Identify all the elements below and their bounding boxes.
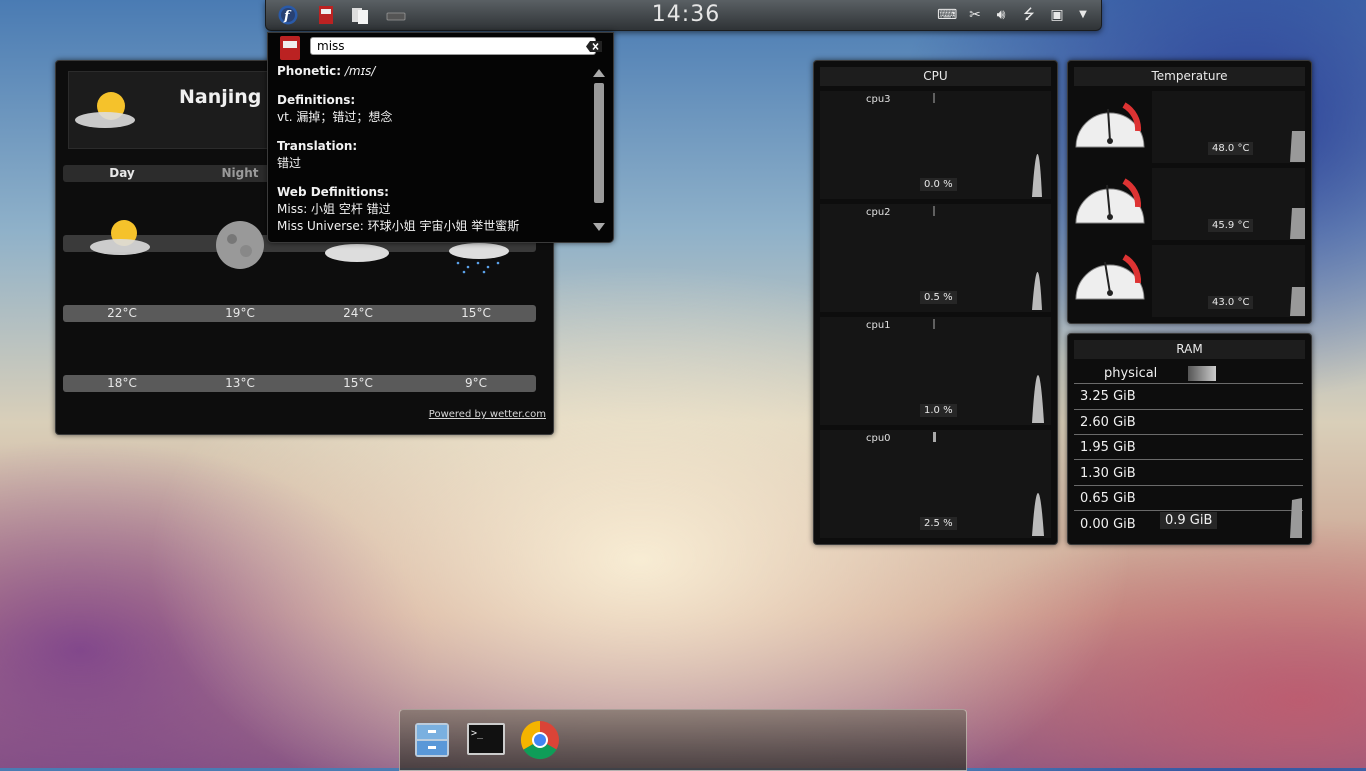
temperature-title: Temperature [1074,67,1305,86]
chrome-icon[interactable] [520,720,560,760]
high-temps-bar: 22°C 19°C 24°C 15°C [63,305,536,322]
keyboard-icon[interactable]: ⌨ [937,6,957,24]
temperature-value: 43.0 °C [1208,296,1254,309]
temperature-graph: 48.0 °C [1152,91,1305,163]
cpu-graph: cpu2 0.5 % [820,204,1051,312]
dictionary-popup: Phonetic: /mɪs/ Definitions: vt. 漏掉；错过；想… [267,32,614,243]
dictionary-icon [280,36,300,60]
low-temp: 13°C [225,376,255,390]
cpu-usage-value: 1.0 % [920,404,957,417]
web-definition: Miss: 小姐 空杆 错过 [277,202,391,216]
high-temp: 19°C [225,306,255,320]
temperature-gauge-icon [1075,178,1145,224]
high-temp: 15°C [461,306,491,320]
clock[interactable]: 14:36 [646,2,726,27]
low-temp: 18°C [107,376,137,390]
powered-by-link[interactable]: Powered by wetter.com [429,409,546,420]
usb-icon[interactable]: ⭍ [1020,6,1038,24]
file-manager-icon[interactable] [412,720,452,760]
ram-current-value: 0.9 GiB [1160,512,1218,529]
dictionary-icon[interactable] [316,5,336,25]
top-panel: f 14:36 ⌨ ✂ 🔊︎ ⭍ ▣ ▼ [265,0,1102,31]
city-name: Nanjing [179,86,262,108]
temperature-gauge-icon [1075,254,1145,300]
partly-sunny-icon [75,92,135,128]
cpu-graph: cpu1 1.0 % [820,317,1051,425]
keyboard-layout-icon[interactable] [386,5,406,25]
temperature-gauge-icon [1075,102,1145,148]
translation-label: Translation: [277,139,358,153]
cpu-graph: cpu3 0.0 % [820,91,1051,199]
svg-text:>_: >_ [471,728,484,739]
cpu-usage-value: 2.5 % [920,517,957,530]
cpu-monitor-widget: CPU cpu3 0.0 % cpu2 0.5 % cpu1 1.0 % cpu… [813,60,1058,545]
rain-icon [449,243,509,274]
dictionary-search-input[interactable] [310,37,596,55]
temperature-value: 48.0 °C [1208,142,1254,155]
scissors-icon[interactable]: ✂ [966,6,984,24]
temperature-graph: 43.0 °C [1152,245,1305,317]
definitions-value: vt. 漏掉；错过；想念 [277,110,393,124]
partly-sunny-icon [90,220,150,255]
terminal-icon[interactable]: >_ [466,720,506,760]
web-definition: Miss Universe: 环球小姐 宇宙小姐 举世蜜斯 [277,219,520,233]
temperature-widget: Temperature 48.0 °C 45.9 °C 43.0 °C [1067,60,1312,324]
ram-graph: physical 3.25 GiB 2.60 GiB 1.95 GiB 1.30… [1074,364,1303,540]
dictionary-scrollbar[interactable] [593,69,605,231]
low-temp: 9°C [464,376,487,390]
high-temp: 24°C [343,306,373,320]
cpu-title: CPU [820,67,1051,86]
network-icon[interactable]: ▣ [1048,6,1066,24]
definitions-label: Definitions: [277,93,356,107]
dictionary-result: Phonetic: /mɪs/ Definitions: vt. 漏掉；错过；想… [277,63,592,235]
moon-icon [216,221,264,269]
high-temp: 22°C [107,306,137,320]
temperature-value: 45.9 °C [1208,219,1254,232]
clipboard-icon[interactable] [350,5,370,25]
ram-monitor-widget: RAM physical 3.25 GiB 2.60 GiB 1.95 GiB … [1067,333,1312,545]
fedora-logo-icon[interactable]: f [278,5,298,25]
low-temps-bar: 18°C 13°C 15°C 9°C [63,375,536,392]
cpu-usage-value: 0.5 % [920,291,957,304]
phonetic-label: Phonetic: [277,64,342,78]
translation-value: 错过 [277,156,302,170]
low-temp: 15°C [343,376,373,390]
ram-title: RAM [1074,340,1305,359]
dropdown-icon[interactable]: ▼ [1074,6,1092,24]
volume-icon[interactable]: 🔊︎ [992,6,1010,24]
cloudy-icon [325,244,389,262]
tab-day[interactable]: Day [63,165,181,182]
web-definitions-label: Web Definitions: [277,185,389,199]
cpu-usage-value: 0.0 % [920,178,957,191]
dock: >_ [399,709,967,771]
cpu-graph: cpu0 2.5 % [820,430,1051,538]
temperature-graph: 45.9 °C [1152,168,1305,240]
phonetic-value: /mɪs/ [344,64,376,78]
clear-input-icon[interactable] [586,41,602,52]
